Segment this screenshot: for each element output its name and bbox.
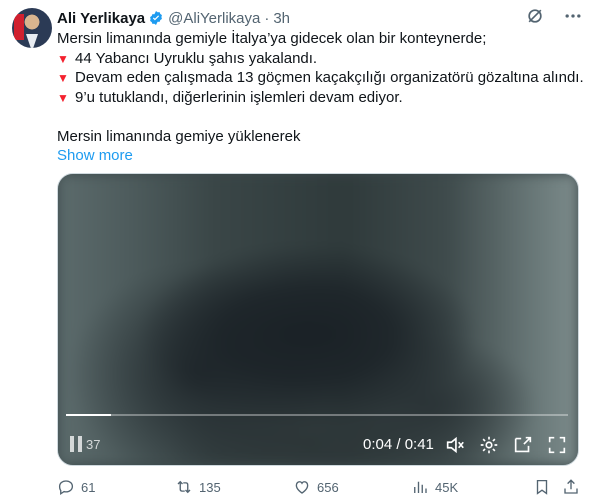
bullet-text: 9’u tutuklandı, diğerlerinin işlemleri d… (75, 88, 403, 106)
tweet-header: Ali Yerlikaya @AliYerlikaya · 3h (57, 8, 290, 28)
heart-icon (295, 481, 309, 494)
tweet-actions: 61 135 656 45K (57, 478, 581, 498)
share-icon (564, 479, 578, 494)
repost-count: 135 (199, 479, 221, 495)
repost-icon (177, 480, 191, 494)
bullet-text: 44 Yabancı Uyruklu şahıs yakalandı. (75, 49, 318, 67)
fullscreen-icon[interactable] (546, 434, 568, 456)
tweet-text: Mersin limanında gemiyle İtalya’ya gidec… (57, 29, 584, 166)
video-progress-bar[interactable] (66, 414, 568, 416)
more-options-icon[interactable] (563, 6, 583, 26)
tweet-line: Mersin limanında gemiye yüklenerek (57, 127, 301, 145)
share-button[interactable] (562, 478, 580, 496)
avatar-shirt (26, 34, 38, 48)
red-triangle-icon: ▼ (57, 71, 69, 85)
repost-button[interactable]: 135 (175, 478, 221, 496)
like-button[interactable]: 656 (293, 478, 339, 496)
video-progress-fill (66, 414, 112, 416)
red-triangle-icon: ▼ (57, 51, 69, 66)
reply-button[interactable]: 61 (57, 478, 95, 496)
grok-icon[interactable] (525, 6, 545, 26)
pause-icon (70, 436, 82, 452)
verified-badge-icon (148, 10, 164, 26)
reply-count: 61 (81, 479, 96, 495)
bookmark-button[interactable] (533, 478, 551, 496)
tweet-line: Mersin limanında gemiyle İtalya’ya gidec… (57, 30, 487, 47)
pause-label: 37 (86, 436, 101, 452)
mute-icon[interactable] (444, 434, 466, 456)
reply-icon (58, 480, 74, 496)
pause-button[interactable]: 37 (70, 436, 100, 452)
bookmark-icon (536, 479, 548, 495)
views-button[interactable]: 45K (411, 478, 458, 496)
bullet-line: ▼ 9’u tutuklandı, diğerlerinin işlemleri … (57, 88, 582, 108)
top-actions (525, 6, 583, 26)
view-count: 45K (435, 479, 459, 495)
bullet-line: ▼ 44 Yabancı Uyruklu şahıs yakalandı. (57, 49, 582, 69)
bullet-text: Devam eden çalışmada 13 göçmen kaçakçılı… (75, 69, 584, 86)
red-triangle-icon: ▼ (57, 90, 69, 105)
blurred-video-frame (58, 174, 578, 465)
timestamp[interactable]: 3h (273, 10, 290, 27)
settings-gear-icon[interactable] (478, 434, 500, 456)
views-chart-icon (414, 481, 427, 493)
author-name[interactable]: Ali Yerlikaya (57, 10, 145, 27)
author-handle[interactable]: @AliYerlikaya (168, 10, 260, 27)
flag-icon (14, 14, 24, 40)
video-timecode: 0:04 / 0:41 (363, 436, 434, 453)
bullet-line: ▼ Devam eden çalışmada 13 göçmen kaçakçıl… (57, 68, 584, 88)
like-count: 656 (317, 479, 339, 495)
video-player[interactable]: 37 0:04 / 0:41 (57, 173, 579, 466)
avatar[interactable] (12, 8, 52, 48)
separator-dot: · (264, 9, 270, 27)
show-more-link[interactable]: Show more (57, 147, 133, 164)
picture-in-picture-icon[interactable] (512, 434, 534, 456)
